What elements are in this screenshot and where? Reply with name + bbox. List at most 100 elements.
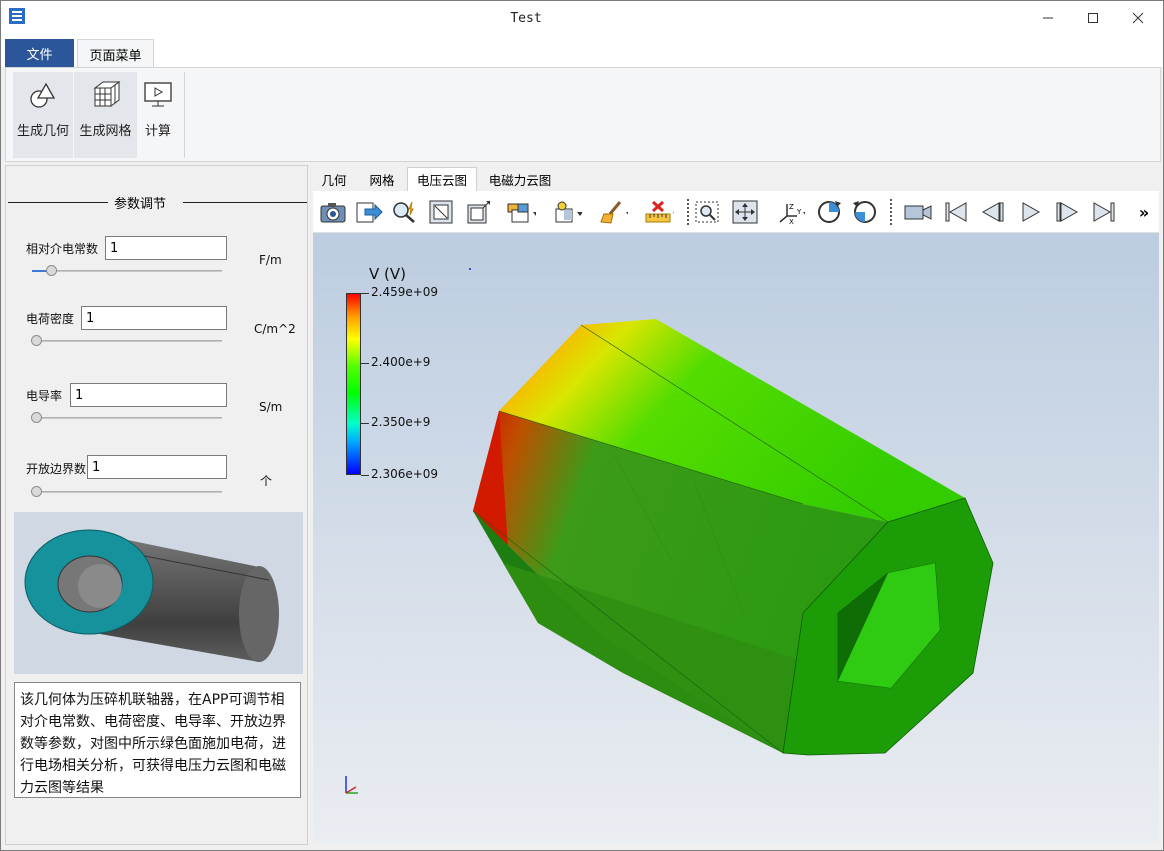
camera-button[interactable] <box>318 198 348 226</box>
delete-measure-icon <box>645 200 674 223</box>
toolbar-separator <box>687 199 689 225</box>
conductivity-unit: S/m <box>259 400 283 414</box>
ribbon-tab-bar: 文件 页面菜单 <box>1 37 1163 68</box>
open-boundary-slider-thumb[interactable] <box>31 486 42 497</box>
delete-measure-button[interactable] <box>644 198 674 226</box>
play-button[interactable] <box>1015 198 1045 226</box>
title-bar: Test <box>1 1 1163 37</box>
zoom-box-button[interactable] <box>693 198 723 226</box>
permittivity-input[interactable] <box>105 236 227 260</box>
rotate-ccw-button[interactable] <box>850 198 880 226</box>
color-mode-button[interactable] <box>552 198 582 226</box>
open-boundary-label: 开放边界数 <box>26 462 87 476</box>
clear-button[interactable] <box>598 198 628 226</box>
generate-geometry-button[interactable]: 生成几何 <box>13 72 73 158</box>
color-mode-icon <box>555 201 582 223</box>
geometry-preview <box>14 512 303 674</box>
clear-brush-icon <box>600 201 628 224</box>
tab-geometry[interactable]: 几何 <box>311 167 357 191</box>
play-icon <box>1022 202 1041 222</box>
display-mode-button[interactable] <box>506 198 536 226</box>
generate-mesh-label: 生成网格 <box>79 124 132 139</box>
generate-mesh-button[interactable]: 生成网格 <box>74 72 137 158</box>
maximize-icon <box>1088 13 1098 23</box>
prev-frame-icon <box>981 202 1004 222</box>
record-video-button[interactable] <box>903 198 933 226</box>
svg-text:Z: Z <box>789 203 794 211</box>
minimize-icon <box>1043 17 1053 19</box>
toolbar-overflow-button[interactable]: » <box>1129 198 1159 226</box>
ribbon-panel: 生成几何 生成网格 计算 <box>5 67 1161 162</box>
charge-density-input[interactable] <box>81 306 227 330</box>
open-boundary-input[interactable] <box>87 455 227 479</box>
conductivity-slider[interactable] <box>32 417 222 419</box>
monitor-play-icon <box>144 82 172 107</box>
compute-button[interactable]: 计算 <box>138 72 178 158</box>
permittivity-slider-thumb[interactable] <box>46 265 58 276</box>
first-frame-icon <box>945 202 967 222</box>
mesh-cube-icon <box>93 81 120 107</box>
compute-label: 计算 <box>144 124 171 139</box>
permittivity-slider[interactable] <box>32 270 222 272</box>
resize-view-icon <box>467 200 491 224</box>
next-frame-button[interactable] <box>1052 198 1082 226</box>
maximize-button[interactable] <box>1070 1 1116 35</box>
axes-icon: ZYX <box>779 203 805 224</box>
camera-icon <box>320 203 346 223</box>
last-frame-button[interactable] <box>1089 198 1119 226</box>
axes-button[interactable]: ZYX <box>775 198 805 226</box>
open-boundary-slider[interactable] <box>32 491 222 493</box>
rotate-cw-icon <box>818 201 841 223</box>
permittivity-slider-fill <box>32 270 48 272</box>
pan-button[interactable] <box>730 198 760 226</box>
divider <box>8 202 108 203</box>
render-viewport[interactable]: V (V) 2.459e+09 2.400e+9 2.350e+9 2.306e+09 <box>313 233 1159 843</box>
description-text: 该几何体为压碎机联轴器，在APP可调节相对介电常数、电荷密度、电导率、开放边界数… <box>14 682 301 798</box>
last-frame-icon <box>1093 202 1115 222</box>
video-camera-icon <box>904 205 932 220</box>
zoom-box-icon <box>695 201 719 223</box>
conductivity-slider-thumb[interactable] <box>31 412 42 423</box>
display-mode-icon <box>507 203 536 223</box>
open-boundary-unit: 个 <box>260 474 273 488</box>
tab-em-force-contour[interactable]: 电磁力云图 <box>479 167 561 191</box>
generate-geometry-label: 生成几何 <box>16 124 69 139</box>
toolbar-separator <box>890 199 892 225</box>
pan-icon <box>732 200 758 224</box>
query-button[interactable] <box>390 198 420 226</box>
conductivity-input[interactable] <box>70 383 227 407</box>
charge-density-slider[interactable] <box>32 340 222 342</box>
close-icon <box>1132 12 1144 24</box>
magic-query-icon <box>393 201 415 223</box>
fit-view-button[interactable] <box>426 198 456 226</box>
tab-file[interactable]: 文件 <box>5 39 74 68</box>
tab-page-menu[interactable]: 页面菜单 <box>77 39 154 68</box>
charge-density-unit: C/m^2 <box>254 322 296 336</box>
charge-density-slider-thumb[interactable] <box>31 335 42 346</box>
previous-frame-button[interactable] <box>978 198 1008 226</box>
close-button[interactable] <box>1115 1 1161 35</box>
group-title-text: 参数调节 <box>114 197 167 212</box>
tab-voltage-contour[interactable]: 电压云图 <box>407 167 477 191</box>
app-window: Test 文件 页面菜单 生成几何 生成网格 计算 参数调节 相对介电常数 1 … <box>0 0 1164 851</box>
ribbon-divider <box>184 72 185 158</box>
first-frame-button[interactable] <box>941 198 971 226</box>
svg-text:X: X <box>789 218 794 224</box>
fit-view-icon <box>429 200 453 224</box>
divider <box>183 202 307 203</box>
parameter-panel: 参数调节 相对介电常数 F/m 电荷密度 C/m^2 电导率 S/m 开放边界数… <box>5 165 308 845</box>
resize-view-button[interactable] <box>464 198 494 226</box>
voltage-contour-model <box>472 319 994 756</box>
conductivity-label: 电导率 <box>26 389 63 403</box>
minimize-button[interactable] <box>1025 1 1071 35</box>
geometry-shapes-icon <box>30 82 56 108</box>
next-frame-icon <box>1056 202 1079 222</box>
window-title: Test <box>510 11 542 26</box>
tab-mesh[interactable]: 网格 <box>359 167 405 191</box>
permittivity-label: 相对介电常数 <box>26 242 99 256</box>
rotate-ccw-icon <box>853 201 876 223</box>
rotate-cw-button[interactable] <box>814 198 844 226</box>
export-icon <box>356 202 383 223</box>
export-button[interactable] <box>354 198 384 226</box>
permittivity-unit: F/m <box>259 253 282 267</box>
